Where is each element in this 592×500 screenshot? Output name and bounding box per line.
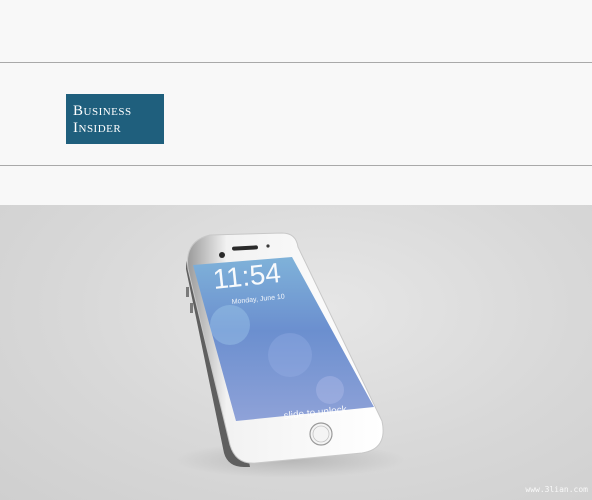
- volume-down-button[interactable]: [190, 303, 193, 313]
- phone-illustration: 11:54 Monday, June 10 slide to unlock: [175, 232, 405, 478]
- logo-line-1: Business: [73, 103, 132, 119]
- header-band: Business Insider: [0, 0, 592, 205]
- watermark: www.3lian.com: [525, 485, 588, 494]
- bottom-divider: [0, 165, 592, 166]
- bokeh-1: [210, 305, 250, 345]
- phone-photo: 11:54 Monday, June 10 slide to unlock ww…: [0, 205, 592, 500]
- bokeh-2: [268, 333, 312, 377]
- logo-line-2: Insider: [73, 120, 122, 136]
- sensor-icon: [266, 244, 270, 248]
- volume-up-button[interactable]: [186, 287, 189, 297]
- bokeh-3: [316, 376, 344, 404]
- front-camera-icon: [219, 252, 225, 258]
- business-insider-logo[interactable]: Business Insider: [66, 94, 164, 144]
- top-divider: [0, 62, 592, 63]
- page: Business Insider 11:54 Monday, June 10 s…: [0, 0, 592, 500]
